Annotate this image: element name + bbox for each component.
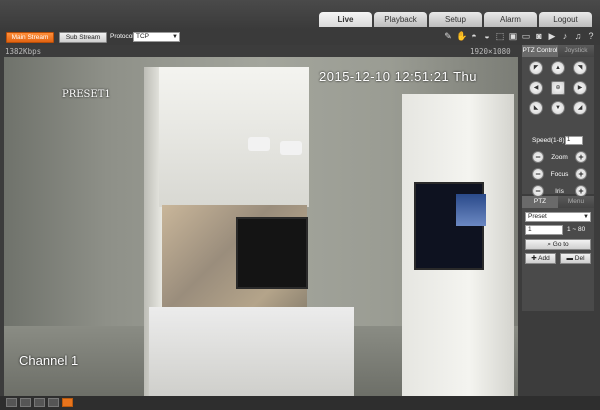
delete-preset-button[interactable]: ▬ Del [560,253,591,264]
stream-toolbar: Main Stream Sub Stream Protocol TCP ▼ ✎ … [0,30,600,45]
protocol-value: TCP [136,33,149,40]
zoom-out-button[interactable]: − [532,151,544,163]
original-size-icon[interactable] [6,398,17,407]
arrow-down-icon[interactable]: ▼ [551,101,565,115]
main-stream-button[interactable]: Main Stream [6,32,54,43]
zoom-in-button[interactable]: + [575,151,587,163]
snapshot-icon[interactable]: ▣ [508,31,518,42]
zoom-region-icon[interactable]: ⬚ [495,31,505,42]
preset-type-select[interactable]: Preset ▼ [525,212,591,222]
del-label: Del [574,255,585,262]
fluency-icon[interactable] [48,398,59,407]
focus-far-button[interactable]: + [574,168,587,180]
ptz-control-panel: PTZ Control Joystick ◤ ▲ ◥ ◀ ⊕ ▶ ◣ ▼ ◢ S… [522,45,594,197]
aspect-ratio-icon[interactable] [34,398,45,407]
speed-select[interactable]: 1 [565,136,583,145]
arrow-up-icon[interactable]: ▲ [551,61,565,75]
rule-icon[interactable] [62,398,73,407]
microphone-icon[interactable]: ♫ [573,31,583,42]
live-video[interactable]: PRESET1 2015-12-10 12:51:21 Thu Channel … [4,57,518,396]
chevron-down-icon: ▼ [583,214,589,220]
record-icon[interactable]: ◙ [534,31,544,42]
zoom-label: Zoom [551,153,568,161]
video-scene-cabinet-bottom [149,307,354,396]
panel-filler [522,266,594,311]
search-icon: ⌕ [547,241,551,248]
focus-row: − Focus + [532,168,587,180]
focus-near-button[interactable]: − [532,168,544,180]
arrow-left-icon[interactable]: ◀ [529,81,543,95]
plus-icon: ✚ [531,255,537,262]
minus-icon: ▬ [566,255,573,262]
tab-ptz-control[interactable]: PTZ Control [522,45,558,57]
dome-camera-icon[interactable]: ◓ [469,31,479,42]
iris-label: Iris [555,187,564,195]
bottom-icons [6,398,73,407]
top-bar: Live Playback Setup Alarm Logout [0,0,600,30]
bottom-bar [0,396,600,410]
preset-type-value: Preset [528,213,547,220]
help-icon[interactable]: ? [586,31,596,42]
osd-channel-label: Channel 1 [19,353,79,368]
ptz-panel-tabs: PTZ Control Joystick [522,45,594,57]
tab-menu[interactable]: Menu [558,196,594,208]
dome-camera-alt-icon[interactable]: ◒ [482,31,492,42]
speed-label: Speed(1-8): [532,137,567,144]
preset-range-label: 1 ~ 80 [567,226,586,233]
video-icon[interactable]: ▶ [547,31,557,42]
main-nav: Live Playback Setup Alarm Logout [319,12,592,27]
osd-datetime: 2015-12-10 12:51:21 Thu [319,69,477,84]
video-scene-tv-right-screen [456,194,486,226]
auto-pan-icon[interactable]: ⊕ [551,81,565,95]
resolution-readout: 1920×1080 [470,47,511,56]
video-scene-cabinet-top [159,67,309,207]
add-label: Add [538,255,550,262]
hand-icon[interactable]: ✋ [456,31,467,42]
tab-ptz-settings[interactable]: PTZ Settings [522,196,558,217]
ptz-control-body: ◤ ▲ ◥ ◀ ⊕ ▶ ◣ ▼ ◢ Speed(1-8): 1 − Zoom +… [522,57,594,197]
tab-playback[interactable]: Playback [374,12,427,27]
preset-number-input[interactable]: 1 [525,225,563,235]
video-scene-tv-left [236,217,308,289]
arrow-down-right-icon[interactable]: ◢ [573,101,587,115]
capture-icon[interactable]: ▭ [521,31,531,42]
sub-stream-button[interactable]: Sub Stream [59,32,107,43]
direction-pad: ◤ ▲ ◥ ◀ ⊕ ▶ ◣ ▼ ◢ [529,61,587,115]
arrow-right-icon[interactable]: ▶ [573,81,587,95]
tab-joystick[interactable]: Joystick [558,45,594,57]
zoom-row: − Zoom + [532,151,587,163]
protocol-select[interactable]: TCP ▼ [133,32,180,42]
video-scene-camera-1 [248,137,270,151]
arrow-up-left-icon[interactable]: ◤ [529,61,543,75]
pen-icon[interactable]: ✎ [443,31,453,42]
arrow-up-right-icon[interactable]: ◥ [573,61,587,75]
osd-preset-label: PRESET1 [62,89,111,100]
ptz-settings-tabs: PTZ Settings Menu [522,196,594,217]
tab-live[interactable]: Live [319,12,372,27]
chevron-down-icon: ▼ [172,34,178,40]
add-preset-button[interactable]: ✚ Add [525,253,556,264]
video-scene-camera-2 [280,141,302,155]
tab-logout[interactable]: Logout [539,12,592,27]
goto-button[interactable]: ⌕ Go to [525,239,591,250]
goto-label: Go to [552,241,569,248]
audio-icon[interactable]: ♪ [560,31,570,42]
tool-icons: ✎ ✋ ◓ ◒ ⬚ ▣ ▭ ◙ ▶ ♪ ♫ ? [443,31,596,42]
tab-alarm[interactable]: Alarm [484,12,537,27]
protocol-label: Protocol [110,33,134,40]
focus-label: Focus [550,170,569,178]
tab-setup[interactable]: Setup [429,12,482,27]
bitrate-readout: 1382Kbps [5,47,42,56]
arrow-down-left-icon[interactable]: ◣ [529,101,543,115]
fullscreen-icon[interactable] [20,398,31,407]
